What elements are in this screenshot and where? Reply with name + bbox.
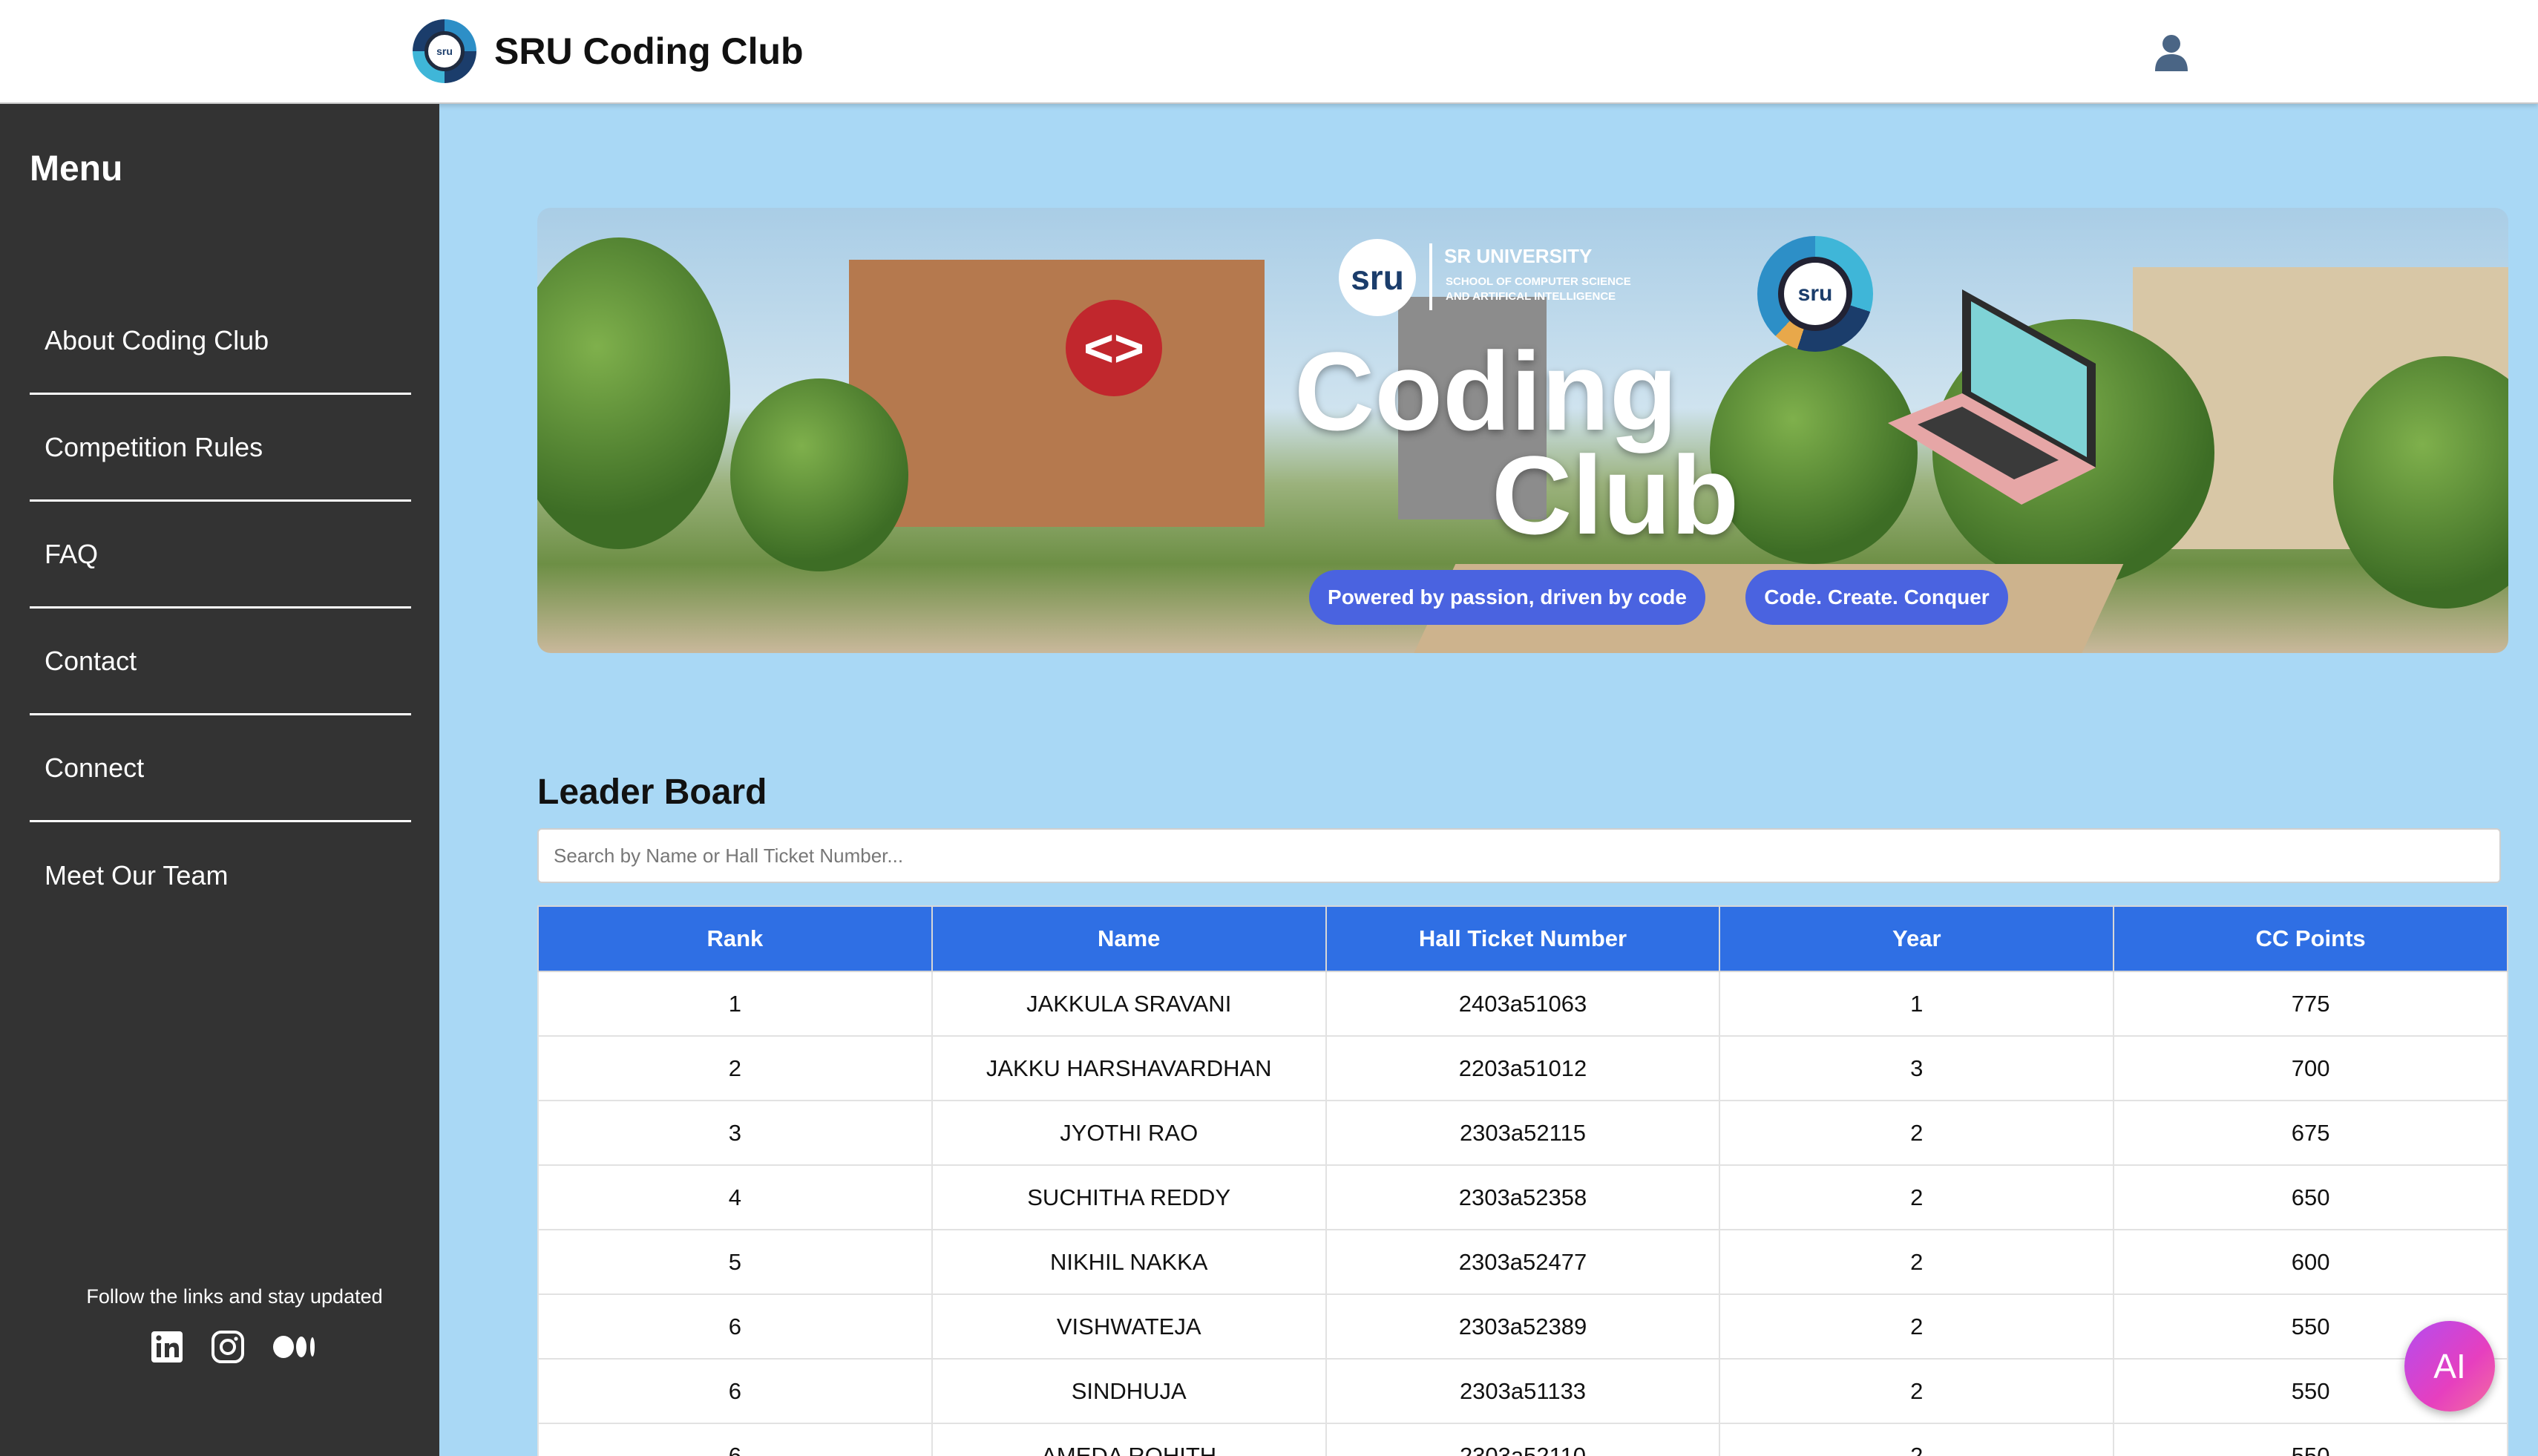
column-header-hall-ticket[interactable]: Hall Ticket Number [1325,905,1721,972]
cell-points: 775 [2113,971,2508,1037]
table-row: 6 SINDHUJA 2303a51133 2 550 [537,1358,2508,1424]
column-header-cc-points[interactable]: CC Points [2113,905,2508,972]
cell-rank: 6 [537,1293,933,1360]
cell-hall-ticket: 2303a52477 [1325,1229,1721,1295]
school-line-1: SCHOOL OF COMPUTER SCIENCE [1446,275,1631,288]
table-row: 4 SUCHITHA REDDY 2303a52358 2 650 [537,1164,2508,1230]
cell-hall-ticket: 2303a52115 [1325,1100,1721,1166]
table-row: 6 VISHWATEJA 2303a52389 2 550 [537,1293,2508,1360]
cell-year: 2 [1719,1229,2115,1295]
building-left [849,260,1265,527]
user-icon[interactable] [2151,31,2192,73]
cell-year: 1 [1719,971,2115,1037]
top-header: sru SRU Coding Club [0,0,2538,104]
menu-title: Menu [30,149,123,188]
university-name: SR UNIVERSITY [1444,245,1593,267]
cell-rank: 6 [537,1423,933,1456]
cell-name: SINDHUJA [931,1358,1327,1424]
sidebar: Menu About Coding Club Competition Rules… [0,104,439,1456]
banner-heading-coding: Coding [1294,329,1678,453]
cell-hall-ticket: 2303a51133 [1325,1358,1721,1424]
hero-banner: <> sru SR UNIVERSITY SCHOOL OF COMPUTER … [537,208,2508,653]
instagram-icon[interactable] [209,1328,246,1365]
cell-rank: 1 [537,971,933,1037]
leaderboard-search-input[interactable] [537,828,2501,883]
cell-points: 650 [2113,1164,2508,1230]
linkedin-icon[interactable] [148,1328,186,1365]
tree-mid-left [730,378,908,571]
table-header-row: Rank Name Hall Ticket Number Year CC Poi… [537,905,2508,972]
cell-year: 2 [1719,1293,2115,1360]
banner-heading-club: Club [1492,433,1739,557]
school-name: SCHOOL OF COMPUTER SCIENCE AND ARTIFICAL… [1446,275,1691,304]
site-title: SRU Coding Club [494,30,804,72]
sru-badge: sru [1339,239,1416,316]
cell-name: JAKKULA SRAVANI [931,971,1327,1037]
column-header-name[interactable]: Name [931,905,1327,972]
cell-year: 2 [1719,1423,2115,1456]
code-brackets-icon: <> [1066,300,1162,396]
table-row: 1 JAKKULA SRAVANI 2403a51063 1 775 [537,971,2508,1037]
medium-icon[interactable] [272,1328,319,1365]
laptop-icon [1888,289,2096,505]
cell-name: AMEDA ROHITH [931,1423,1327,1456]
cell-hall-ticket: 2203a51012 [1325,1035,1721,1101]
cell-rank: 5 [537,1229,933,1295]
sidebar-item-connect[interactable]: Connect [30,715,411,822]
follow-text: Follow the links and stay updated [86,1285,383,1308]
cell-points: 550 [2113,1423,2508,1456]
ai-assistant-button[interactable]: AI [2404,1321,2495,1411]
coding-club-logo: sru [1757,236,1873,352]
table-row: 6 AMEDA ROHITH 2303a52110 2 550 [537,1423,2508,1456]
cell-name: JYOTHI RAO [931,1100,1327,1166]
school-line-2: AND ARTIFICAL INTELLIGENCE [1446,290,1616,303]
leaderboard-title: Leader Board [537,773,767,812]
cell-points: 600 [2113,1229,2508,1295]
cell-rank: 6 [537,1358,933,1424]
cell-hall-ticket: 2303a52389 [1325,1293,1721,1360]
sidebar-item-meet-our-team[interactable]: Meet Our Team [30,822,411,929]
cell-hall-ticket: 2303a52110 [1325,1423,1721,1456]
tree-left [537,237,730,549]
cell-rank: 4 [537,1164,933,1230]
cell-name: NIKHIL NAKKA [931,1229,1327,1295]
table-row: 5 NIKHIL NAKKA 2303a52477 2 600 [537,1229,2508,1295]
cell-hall-ticket: 2303a52358 [1325,1164,1721,1230]
sidebar-item-about-coding-club[interactable]: About Coding Club [30,288,411,395]
leaderboard-table: Rank Name Hall Ticket Number Year CC Poi… [537,905,2508,1456]
sidebar-item-faq[interactable]: FAQ [30,502,411,609]
cell-rank: 2 [537,1035,933,1101]
cell-name: SUCHITHA REDDY [931,1164,1327,1230]
column-header-year[interactable]: Year [1719,905,2115,972]
column-header-rank[interactable]: Rank [537,905,933,972]
cell-year: 2 [1719,1358,2115,1424]
club-logo[interactable]: sru [413,19,476,83]
table-row: 3 JYOTHI RAO 2303a52115 2 675 [537,1100,2508,1166]
cell-name: JAKKU HARSHAVARDHAN [931,1035,1327,1101]
club-logo-text: sru [1778,257,1852,331]
sidebar-item-competition-rules[interactable]: Competition Rules [30,395,411,502]
table-row: 2 JAKKU HARSHAVARDHAN 2203a51012 3 700 [537,1035,2508,1101]
tagline-pill-2: Code. Create. Conquer [1745,570,2008,625]
cell-points: 675 [2113,1100,2508,1166]
cell-rank: 3 [537,1100,933,1166]
sidebar-item-contact[interactable]: Contact [30,609,411,715]
cell-year: 3 [1719,1035,2115,1101]
cell-points: 700 [2113,1035,2508,1101]
cell-year: 2 [1719,1100,2115,1166]
cell-name: VISHWATEJA [931,1293,1327,1360]
tagline-pill-1: Powered by passion, driven by code [1309,570,1705,625]
cell-year: 2 [1719,1164,2115,1230]
sru-divider [1429,243,1432,310]
logo-inner-text: sru [424,31,465,71]
cell-hall-ticket: 2403a51063 [1325,971,1721,1037]
